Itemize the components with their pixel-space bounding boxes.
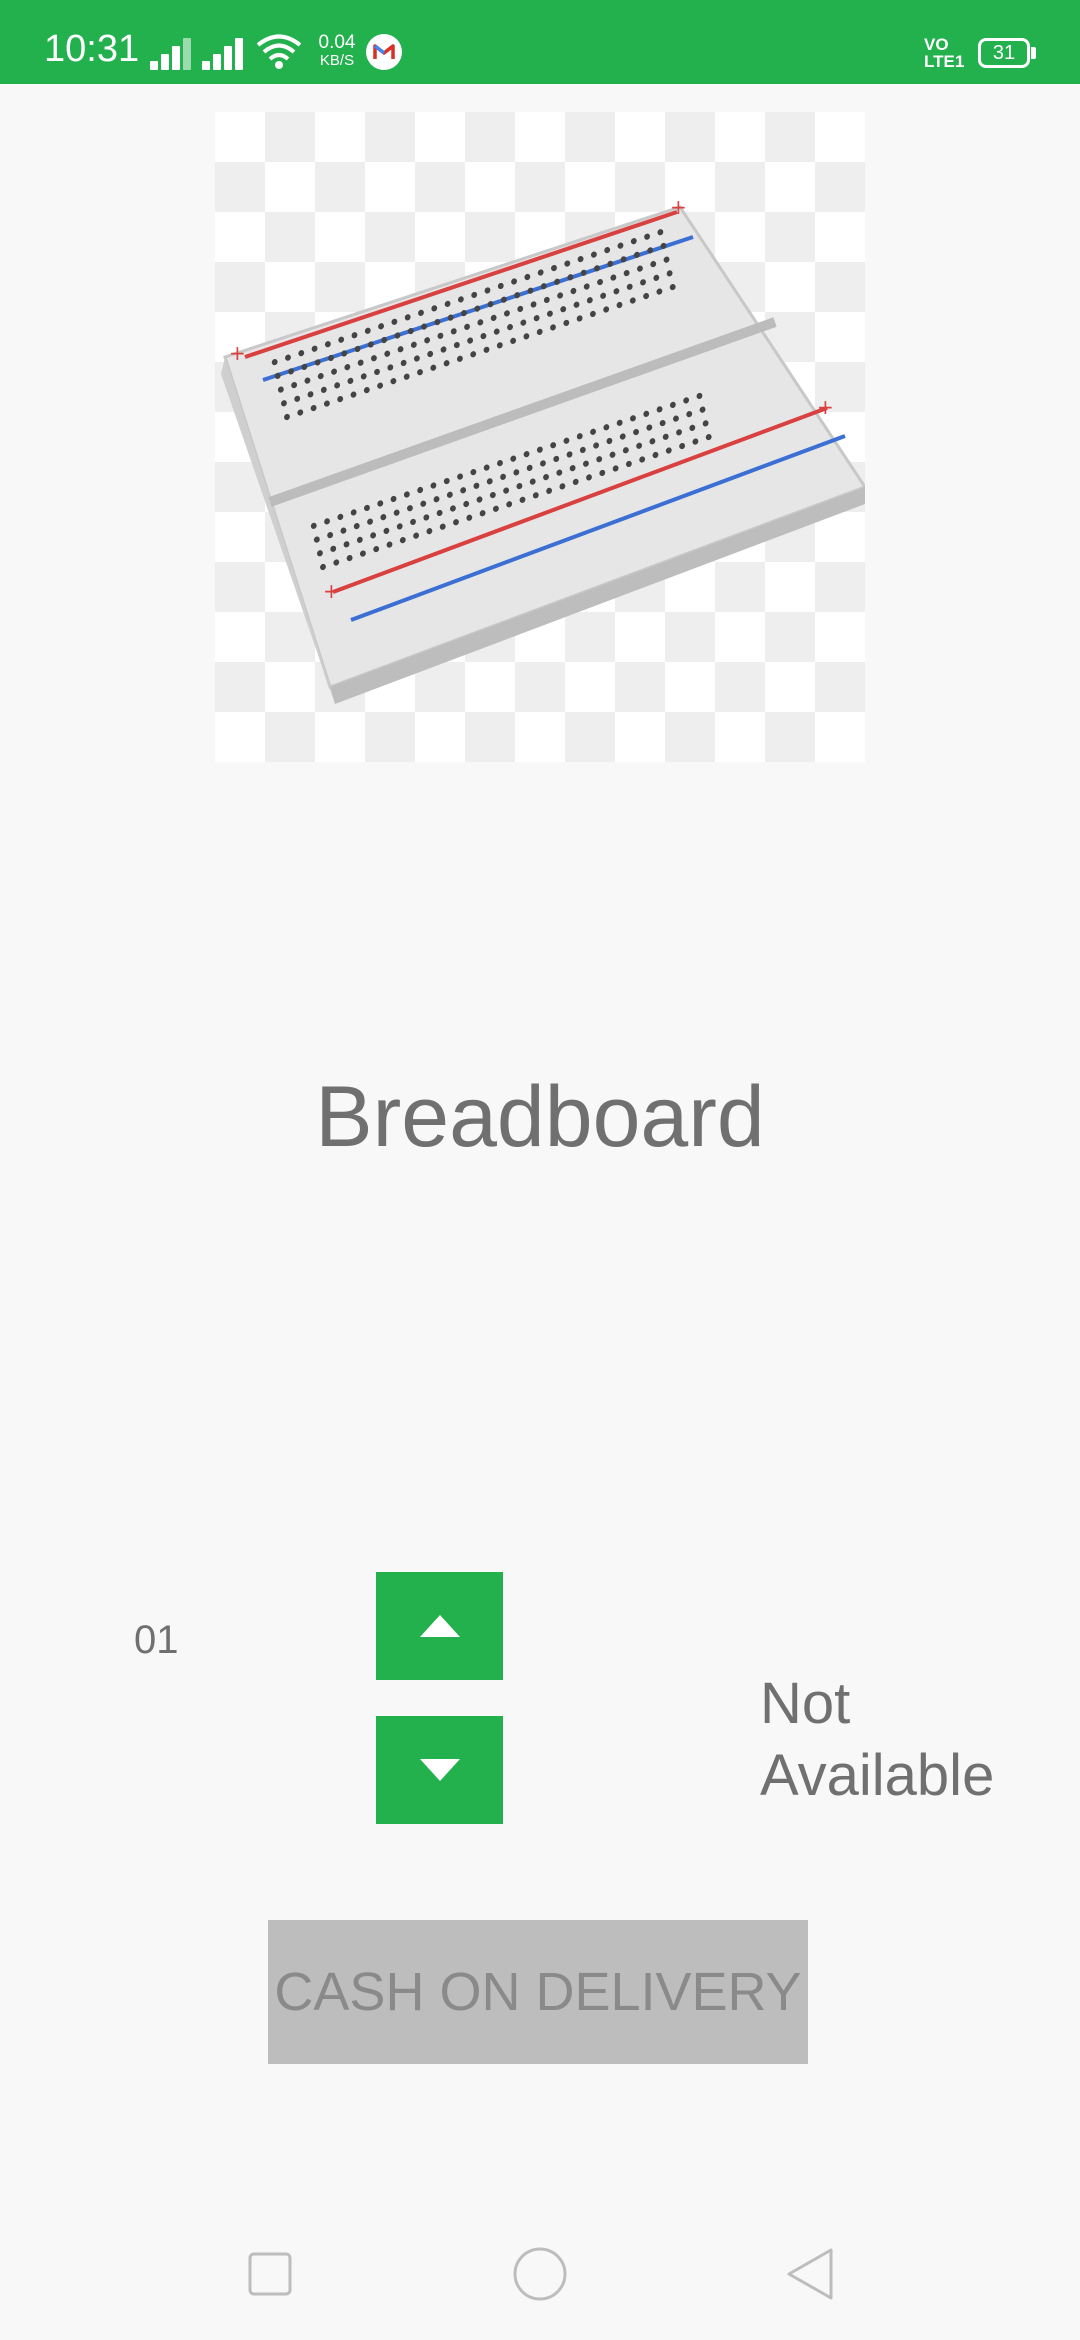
availability-line2: Available [760, 1743, 995, 1808]
battery-level: 31 [992, 42, 1016, 64]
svg-text:+: + [323, 579, 340, 603]
product-title: Breadboard [315, 1069, 765, 1165]
network-speed-unit: KB/S [319, 52, 355, 69]
quantity-value: 01 [134, 1618, 179, 1662]
quantity-decrease-button[interactable] [376, 1716, 503, 1824]
wifi-icon [256, 34, 302, 69]
back-icon [787, 2248, 833, 2300]
network-speed: 0.04 KB/S [312, 32, 362, 70]
chevron-down-icon [419, 1759, 460, 1781]
volte-line1: VO [924, 35, 949, 54]
network-speed-value: 0.04 [318, 32, 356, 53]
availability-status: Not Available [760, 1668, 1060, 1812]
home-button[interactable] [500, 2240, 580, 2308]
cash-on-delivery-button[interactable]: CASH ON DELIVERY [268, 1920, 808, 2064]
breadboard-image: + + + + [221, 195, 868, 704]
chevron-up-icon [419, 1615, 460, 1637]
volte-indicator: VO LTE1 [924, 36, 964, 70]
recents-icon [248, 2252, 292, 2296]
home-icon [513, 2247, 567, 2301]
signal-icon [202, 36, 246, 70]
signal-icon [150, 36, 194, 70]
navigation-bar [0, 2200, 1080, 2340]
svg-text:+: + [229, 341, 246, 365]
status-bar: 10:31 0.04 KB/S VO LTE1 31 [0, 0, 1080, 84]
product-detail-screen: 10:31 0.04 KB/S VO LTE1 31 + + + + Bread… [0, 0, 1080, 2340]
svg-text:+: + [670, 195, 687, 219]
svg-text:+: + [817, 395, 834, 419]
battery-tip [1031, 47, 1036, 59]
recents-button[interactable] [230, 2240, 310, 2308]
gmail-icon [366, 34, 402, 70]
back-button[interactable] [770, 2240, 850, 2308]
availability-line1: Not [760, 1671, 851, 1736]
battery-icon: 31 [978, 38, 1030, 68]
product-image: + + + + [215, 112, 868, 762]
quantity-increase-button[interactable] [376, 1572, 503, 1680]
volte-line2: LTE1 [924, 52, 965, 71]
status-time: 10:31 [44, 28, 140, 70]
